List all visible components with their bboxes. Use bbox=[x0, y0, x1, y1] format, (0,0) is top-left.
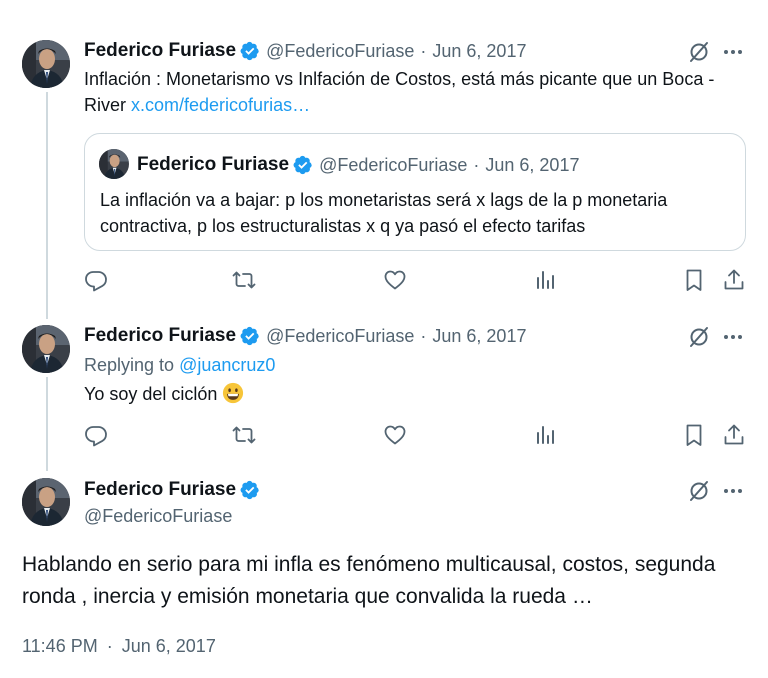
tweet-date[interactable]: Jun 6, 2017 bbox=[122, 636, 216, 656]
replying-to: Replying to @juancruz0 bbox=[84, 352, 275, 378]
replying-to-link[interactable]: @juancruz0 bbox=[179, 355, 275, 375]
tweet-date[interactable]: Jun 6, 2017 bbox=[432, 41, 526, 62]
grok-icon[interactable] bbox=[687, 479, 711, 503]
verified-badge-icon bbox=[293, 155, 313, 175]
action-bar bbox=[84, 423, 748, 449]
grinning-face-emoji bbox=[222, 382, 244, 404]
author-name: Federico Furiase bbox=[137, 154, 290, 175]
tweet-body: Yo soy del ciclón bbox=[84, 384, 223, 404]
quoted-tweet-text: La inflación va a bajar: p los monetaris… bbox=[100, 190, 668, 236]
grok-icon[interactable] bbox=[687, 325, 711, 349]
author-handle[interactable]: @FedericoFuriase bbox=[266, 41, 414, 62]
replying-prefix: Replying to bbox=[84, 355, 180, 375]
avatar bbox=[99, 149, 129, 179]
tweet-time[interactable]: 11:46 PM bbox=[22, 636, 98, 656]
tweet-subheader: @FedericoFuriase bbox=[84, 505, 232, 527]
tweet-date: Jun 6, 2017 bbox=[485, 154, 580, 175]
tweet[interactable]: Federico Furiase @FedericoFuriase · Jun … bbox=[0, 0, 768, 316]
tweet-header: Federico Furiase bbox=[84, 479, 260, 501]
more-icon[interactable] bbox=[721, 479, 745, 503]
author-handle[interactable]: @FedericoFuriase bbox=[266, 326, 414, 347]
verified-badge-icon bbox=[240, 326, 260, 346]
tweet-date[interactable]: Jun 6, 2017 bbox=[432, 326, 526, 347]
quoted-tweet-header: Federico Furiase @FedericoFuriase · Jun … bbox=[137, 154, 579, 176]
like-icon[interactable] bbox=[383, 423, 407, 447]
separator: · bbox=[106, 636, 113, 656]
views-icon[interactable] bbox=[533, 268, 557, 292]
bookmark-icon[interactable] bbox=[682, 268, 706, 292]
avatar[interactable] bbox=[22, 478, 70, 526]
separator: · bbox=[420, 40, 427, 61]
more-icon[interactable] bbox=[721, 325, 745, 349]
tweet[interactable]: Federico Furiase @FedericoFuriase · Jun … bbox=[0, 316, 768, 466]
tweet-link[interactable]: x.com/federicofurias… bbox=[131, 95, 310, 115]
author-handle[interactable]: @FedericoFuriase bbox=[84, 506, 232, 527]
avatar[interactable] bbox=[22, 40, 70, 88]
share-icon[interactable] bbox=[722, 423, 746, 447]
share-icon[interactable] bbox=[722, 268, 746, 292]
repost-icon[interactable] bbox=[232, 268, 256, 292]
tweet-text: Inflación : Monetarismo vs Inlfación de … bbox=[84, 66, 734, 118]
tweet-text: Yo soy del ciclón bbox=[84, 381, 244, 407]
author-name[interactable]: Federico Furiase bbox=[84, 325, 236, 347]
more-icon[interactable] bbox=[721, 40, 745, 64]
avatar[interactable] bbox=[22, 325, 70, 373]
repost-icon[interactable] bbox=[232, 423, 256, 447]
like-icon[interactable] bbox=[383, 268, 407, 292]
grok-icon[interactable] bbox=[687, 40, 711, 64]
views-icon[interactable] bbox=[533, 423, 557, 447]
verified-badge-icon bbox=[240, 41, 260, 61]
verified-badge-icon bbox=[240, 480, 260, 500]
action-bar bbox=[84, 268, 748, 294]
separator: · bbox=[473, 154, 480, 175]
bookmark-icon[interactable] bbox=[682, 423, 706, 447]
author-name[interactable]: Federico Furiase bbox=[84, 479, 236, 501]
tweet-header: Federico Furiase @FedericoFuriase · Jun … bbox=[84, 325, 526, 347]
separator: · bbox=[420, 325, 427, 346]
reply-icon[interactable] bbox=[84, 423, 108, 447]
main-tweet-text: Hablando en serio para mi infla es fenóm… bbox=[22, 553, 716, 608]
tweet-header: Federico Furiase @FedericoFuriase · Jun … bbox=[84, 40, 526, 62]
author-name[interactable]: Federico Furiase bbox=[84, 40, 236, 62]
author-handle: @FedericoFuriase bbox=[319, 154, 468, 175]
reply-icon[interactable] bbox=[84, 268, 108, 292]
quoted-tweet[interactable]: Federico Furiase @FedericoFuriase · Jun … bbox=[84, 133, 746, 251]
tweet-timestamp[interactable]: 11:46 PM · Jun 6, 2017 bbox=[22, 636, 216, 657]
